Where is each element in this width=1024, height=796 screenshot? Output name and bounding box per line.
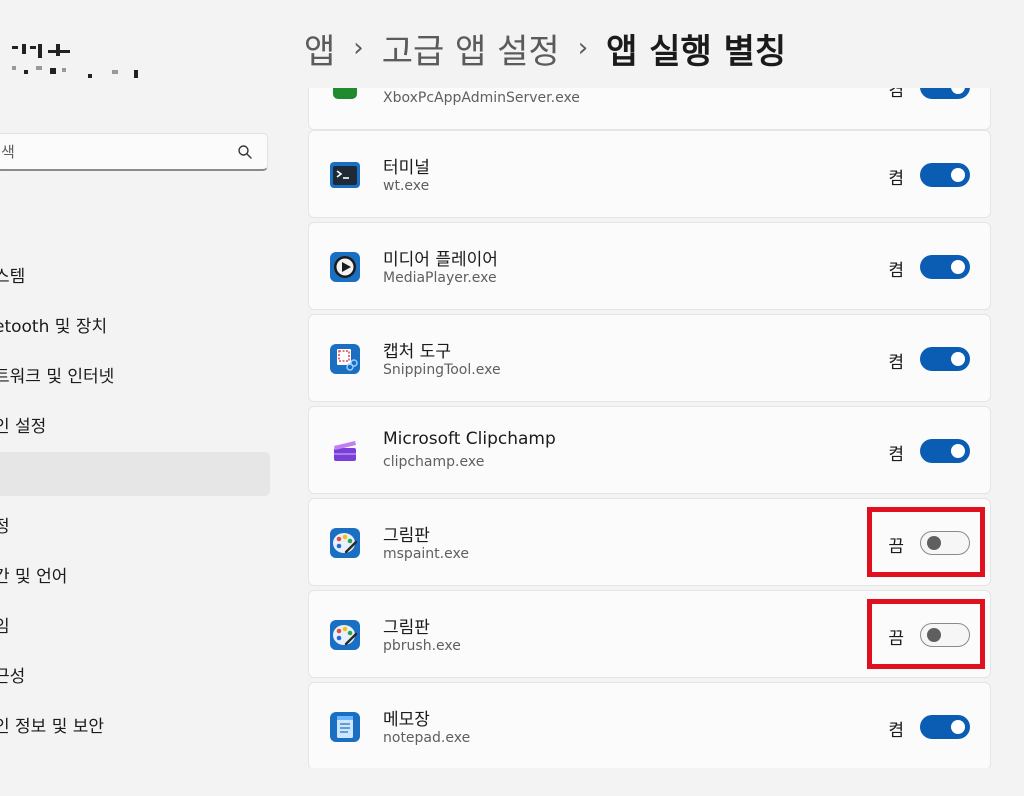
app-exe: clipchamp.exe [383,454,485,470]
toggle-knob [951,720,965,734]
alias-row-clipchamp: Microsoft Clipchamp clipchamp.exe 켬 [308,406,991,494]
app-exe: pbrush.exe [383,638,461,654]
sidebar-item-time-language[interactable]: 간 및 언어 [0,552,270,596]
terminal-icon [330,162,360,188]
toggle-knob [951,88,965,94]
search-icon[interactable] [237,144,253,160]
settings-search-box[interactable] [0,133,268,171]
alias-row-snipping-tool: 캡처 도구 SnippingTool.exe 켬 [308,314,991,402]
app-exe: mspaint.exe [383,546,469,562]
app-name: 그림판 [383,526,430,546]
sidebar-item-apps[interactable] [0,452,270,496]
toggle-state-label: 켬 [888,169,904,189]
sidebar-item-label: etooth 및 장치 [0,316,108,337]
app-name: 터미널 [383,158,430,178]
highlight-box-pbrush-toggle [867,599,985,669]
highlight-box-mspaint-toggle [867,507,985,577]
alias-toggle-notepad[interactable] [920,715,970,739]
notepad-icon [330,712,360,742]
app-name: Microsoft Clipchamp [383,429,556,449]
user-account-block[interactable] [8,40,148,80]
app-name: 그림판 [383,618,430,638]
toggle-knob [951,168,965,182]
app-name: 미디어 플레이어 [383,250,498,270]
alias-row-media-player: 미디어 플레이어 MediaPlayer.exe 켬 [308,222,991,310]
alias-row-terminal: 터미널 wt.exe 켬 [308,130,991,218]
toggle-knob [951,352,965,366]
toggle-knob [951,260,965,274]
sidebar-item-accounts[interactable]: 정 [0,502,270,546]
media-player-icon [330,252,360,282]
alias-toggle-snipping-tool[interactable] [920,347,970,371]
alias-toggle-terminal[interactable] [920,163,970,187]
alias-row-notepad: 메모장 notepad.exe 켬 [308,682,991,768]
paint-icon [330,620,360,650]
sidebar-item-personalization[interactable]: 인 설정 [0,402,270,446]
sidebar-item-label: 트워크 및 인터넷 [0,366,115,387]
app-exe: MediaPlayer.exe [383,270,497,286]
toggle-state-label: 켬 [888,445,904,465]
snipping-tool-icon [330,344,360,374]
sidebar-item-label: 임 [0,616,10,637]
page-title: 앱 실행 별칭 [606,31,787,72]
xbox-icon [333,88,357,99]
breadcrumb-apps[interactable]: 앱 [304,24,335,73]
app-exe: notepad.exe [383,730,471,746]
sidebar-item-accessibility[interactable]: 근성 [0,652,270,696]
alias-toggle-clipchamp[interactable] [920,439,970,463]
alias-row-xboxpcappadminserver: XboxPcAppAdminServer.exe 켬 [308,88,991,130]
settings-search-input[interactable] [1,142,221,162]
app-name: 메모장 [383,710,430,730]
toggle-knob [951,444,965,458]
sidebar-item-gaming[interactable]: 임 [0,602,270,646]
breadcrumb-separator: › [353,33,364,63]
sidebar-item-label: 스템 [0,266,26,287]
app-exe: SnippingTool.exe [383,362,501,378]
app-exe: wt.exe [383,178,430,194]
sidebar-item-label: 간 및 언어 [0,566,68,587]
app-exe: XboxPcAppAdminServer.exe [383,90,580,106]
sidebar-item-label: 인 설정 [0,416,47,437]
breadcrumb-advanced-app-settings[interactable]: 고급 앱 설정 [382,24,560,73]
sidebar-item-label: 인 정보 및 보안 [0,716,105,737]
toggle-state-label: 켬 [888,261,904,281]
toggle-state-label: 켬 [888,721,904,741]
sidebar-item-network-internet[interactable]: 트워크 및 인터넷 [0,352,270,396]
sidebar-item-system[interactable]: 스템 [0,252,270,296]
breadcrumb: 앱 › 고급 앱 설정 › 앱 실행 별칭 [304,24,786,72]
alias-toggle-media-player[interactable] [920,255,970,279]
sidebar-item-label: 정 [0,516,10,537]
sidebar-item-privacy-security[interactable]: 인 정보 및 보안 [0,702,270,746]
sidebar: 스템 etooth 및 장치 트워크 및 인터넷 인 설정 정 간 및 언어 임… [0,0,290,768]
toggle-state-label: 켬 [888,353,904,373]
sidebar-item-windows-update[interactable] [0,752,270,796]
paint-icon [330,528,360,558]
toggle-state-label: 켬 [888,88,904,101]
sidebar-item-bluetooth-devices[interactable]: etooth 및 장치 [0,302,270,346]
breadcrumb-separator: › [577,33,589,63]
alias-toggle-xboxpcappadminserver[interactable] [920,88,970,99]
sidebar-item-label: 근성 [0,666,26,687]
clipchamp-icon [334,441,356,461]
app-name: 캡처 도구 [383,342,451,362]
